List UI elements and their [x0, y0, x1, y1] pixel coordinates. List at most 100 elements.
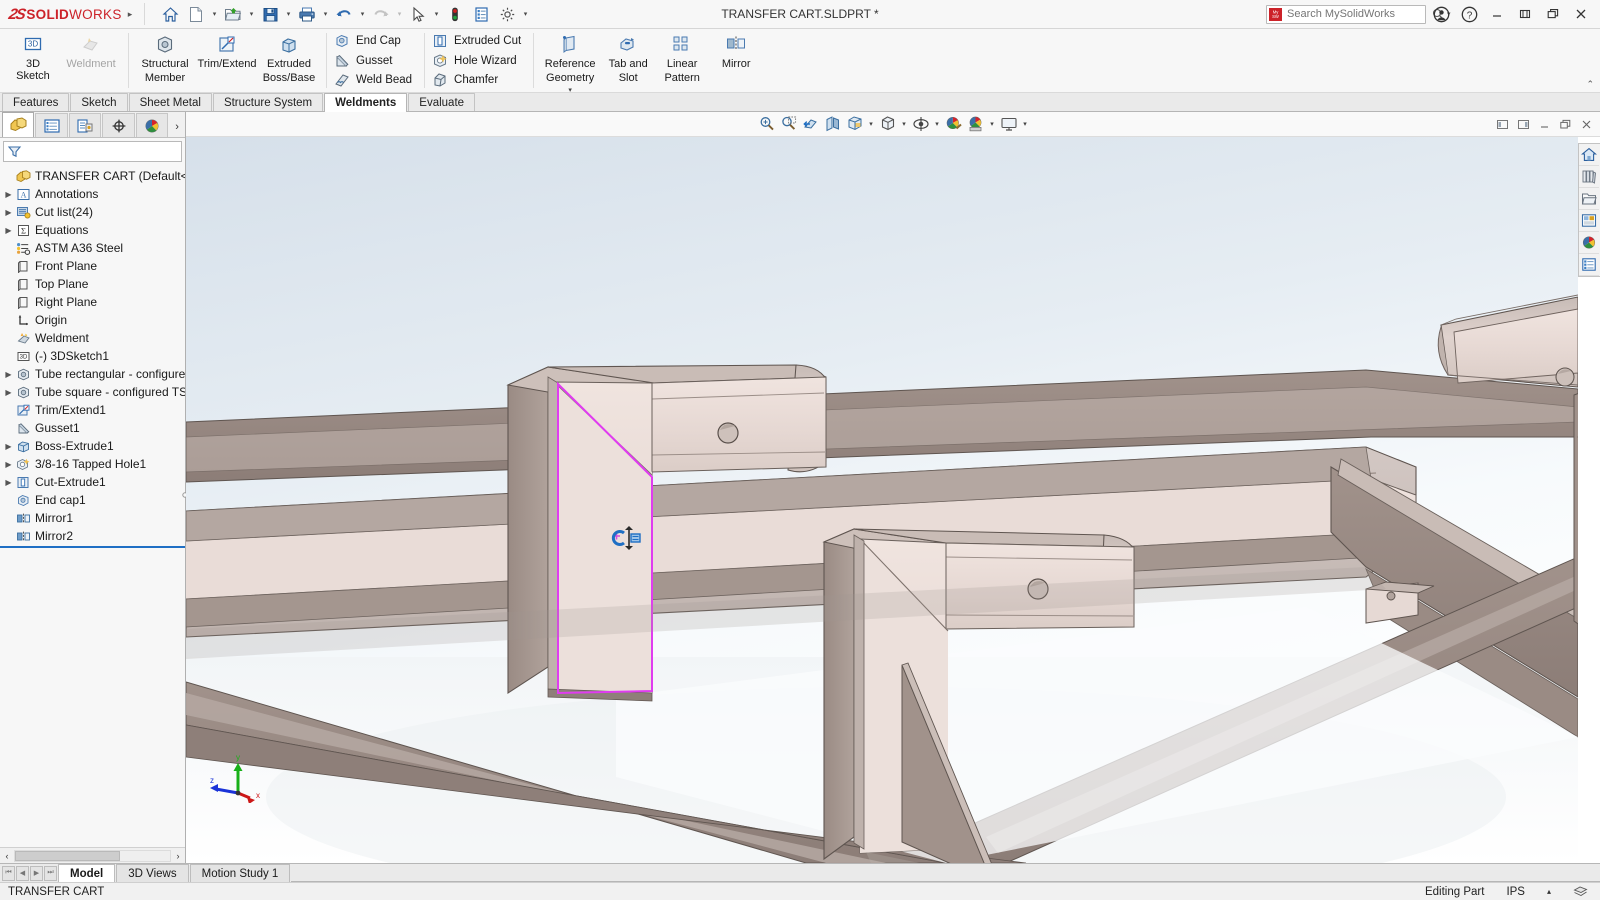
file-properties-icon[interactable] — [468, 2, 494, 27]
tree-item-tube-square[interactable]: ▶ Tube square - configured TS2X2X — [0, 383, 185, 401]
close-button[interactable] — [1568, 1, 1594, 27]
more-tabs-chevron-icon[interactable]: › — [169, 121, 185, 137]
undo-icon[interactable] — [331, 2, 357, 27]
new-document-dropdown-icon[interactable]: ▾ — [209, 2, 220, 27]
reference-geometry-button[interactable]: Reference Geometry ▾ — [539, 31, 601, 94]
restore-right-pane-button[interactable] — [1513, 115, 1533, 135]
tab-weldments[interactable]: Weldments — [324, 93, 407, 112]
tab-sketch[interactable]: Sketch — [70, 93, 127, 111]
feature-tree-filter[interactable] — [3, 141, 182, 162]
dimxpert-manager-tab[interactable] — [102, 113, 134, 137]
tree-item-3dsketch1[interactable]: 3D (-) 3DSketch1 — [0, 347, 185, 365]
view-orientation-dropdown-icon[interactable]: ▾ — [866, 114, 876, 135]
save-dropdown-icon[interactable]: ▾ — [283, 2, 294, 27]
home-icon[interactable] — [157, 2, 183, 27]
gusset-button[interactable]: Gusset — [332, 51, 398, 71]
redo-icon[interactable] — [368, 2, 394, 27]
feature-manager-tab[interactable] — [2, 112, 34, 137]
display-style-button[interactable] — [877, 114, 898, 135]
chamfer-button[interactable]: Chamfer — [430, 70, 504, 90]
scrollbar-thumb[interactable] — [15, 851, 120, 861]
apply-scene-button[interactable] — [965, 114, 986, 135]
reference-geometry-dropdown-icon[interactable]: ▾ — [568, 86, 572, 94]
minimize-button[interactable] — [1484, 1, 1510, 27]
tab-features[interactable]: Features — [2, 93, 69, 111]
feature-tree-horizontal-scrollbar[interactable]: ‹ › — [0, 847, 185, 863]
print-icon[interactable] — [294, 2, 320, 27]
layers-icon[interactable] — [1573, 885, 1588, 898]
rollback-bar[interactable] — [0, 546, 185, 548]
new-document-icon[interactable] — [183, 2, 209, 27]
status-units[interactable]: IPS — [1506, 886, 1525, 898]
save-icon[interactable] — [257, 2, 283, 27]
tab-evaluate[interactable]: Evaluate — [408, 93, 475, 111]
cut-list-expander-icon[interactable]: ▶ — [2, 208, 15, 217]
tree-item-boss-extrude1[interactable]: ▶ Boss-Extrude1 — [0, 437, 185, 455]
solidworks-resources-button[interactable] — [1579, 144, 1599, 166]
view-settings-dropdown-icon[interactable]: ▾ — [1020, 114, 1030, 135]
restore-doc-button[interactable] — [1555, 115, 1575, 135]
scroll-left-arrow-icon[interactable]: ‹ — [0, 851, 14, 861]
tree-item-trim-extend1[interactable]: Trim/Extend1 — [0, 401, 185, 419]
menu-expand-arrow[interactable]: ▸ — [120, 9, 140, 20]
tube-square-expander-icon[interactable]: ▶ — [2, 388, 15, 397]
section-view-button[interactable] — [822, 114, 843, 135]
tube-rect-expander-icon[interactable]: ▶ — [2, 370, 15, 379]
last-sheet-button[interactable]: ⏭ — [44, 866, 57, 881]
configuration-manager-tab[interactable] — [69, 113, 101, 137]
tree-item-mirror1[interactable]: Mirror1 — [0, 509, 185, 527]
trim-extend-button[interactable]: Trim/Extend — [196, 31, 258, 70]
appearances-scenes-button[interactable] — [1579, 232, 1599, 254]
sheet-tab-3d-views[interactable]: 3D Views — [116, 864, 188, 882]
view-settings-button[interactable] — [998, 114, 1019, 135]
help-question-icon[interactable]: ? — [1456, 1, 1482, 27]
tree-item-end-cap1[interactable]: End cap1 — [0, 491, 185, 509]
zoom-to-fit-button[interactable] — [756, 114, 777, 135]
hole-wizard-button[interactable]: Hole Wizard — [430, 51, 523, 71]
view-palette-button[interactable] — [1579, 210, 1599, 232]
extruded-cut-button[interactable]: Extruded Cut — [430, 31, 527, 51]
close-doc-button[interactable] — [1576, 115, 1596, 135]
end-cap-button[interactable]: End Cap — [332, 31, 407, 51]
tree-item-equations[interactable]: ▶ Σ Equations — [0, 221, 185, 239]
zoom-to-area-button[interactable] — [778, 114, 799, 135]
boss-extrude-expander-icon[interactable]: ▶ — [2, 442, 15, 451]
extruded-boss-base-button[interactable]: Extruded Boss/Base — [258, 31, 320, 84]
graphics-area[interactable]: ▾ ▾ ▾ ▾ ▾ — [186, 112, 1600, 863]
model-render[interactable] — [186, 137, 1578, 863]
linear-pattern-button[interactable]: Linear Pattern — [655, 31, 709, 84]
redo-dropdown-icon[interactable]: ▾ — [394, 2, 405, 27]
weldment-button[interactable]: Weldment — [60, 31, 122, 70]
options-gear-icon[interactable] — [494, 2, 520, 27]
minimize-doc-button[interactable] — [1534, 115, 1554, 135]
previous-sheet-button[interactable]: ◀ — [16, 866, 29, 881]
user-account-icon[interactable] — [1428, 1, 1454, 27]
open-folder-icon[interactable] — [220, 2, 246, 27]
tree-item-cut-list[interactable]: ▶ Cut list(24) — [0, 203, 185, 221]
print-dropdown-icon[interactable]: ▾ — [320, 2, 331, 27]
mirror-button[interactable]: Mirror — [709, 31, 763, 70]
tab-sheet-metal[interactable]: Sheet Metal — [129, 93, 212, 111]
previous-view-button[interactable] — [800, 114, 821, 135]
scrollbar-track[interactable] — [14, 850, 171, 862]
first-sheet-button[interactable]: ⏮ — [2, 866, 15, 881]
search-input[interactable] — [1282, 8, 1429, 20]
tree-item-cut-extrude1[interactable]: ▶ Cut-Extrude1 — [0, 473, 185, 491]
equations-expander-icon[interactable]: ▶ — [2, 226, 15, 235]
tree-item-top-plane[interactable]: Top Plane — [0, 275, 185, 293]
tree-item-tube-rectangular[interactable]: ▶ Tube rectangular - configured TR — [0, 365, 185, 383]
tree-item-annotations[interactable]: ▶ A Annotations — [0, 185, 185, 203]
hide-show-items-button[interactable] — [910, 114, 931, 135]
restore-left-pane-button[interactable] — [1492, 115, 1512, 135]
tree-item-right-plane[interactable]: Right Plane — [0, 293, 185, 311]
scroll-right-arrow-icon[interactable]: › — [171, 851, 185, 861]
tree-item-material[interactable]: ASTM A36 Steel — [0, 239, 185, 257]
open-dropdown-icon[interactable]: ▾ — [246, 2, 257, 27]
next-sheet-button[interactable]: ▶ — [30, 866, 43, 881]
structural-member-button[interactable]: Structural Member — [134, 31, 196, 84]
tree-item-mirror2[interactable]: Mirror2 — [0, 527, 185, 545]
tapped-hole-expander-icon[interactable]: ▶ — [2, 460, 15, 469]
restore-button[interactable] — [1512, 1, 1538, 27]
tab-structure-system[interactable]: Structure System — [213, 93, 323, 111]
design-library-button[interactable] — [1579, 166, 1599, 188]
